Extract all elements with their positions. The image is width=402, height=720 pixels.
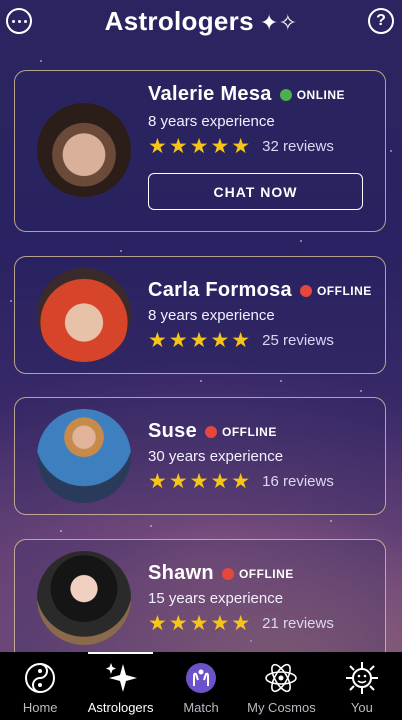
experience-text: 15 years experience [148,590,284,607]
sparkles-icon [103,660,139,696]
astrologer-name: Carla Formosa [148,279,292,301]
top-bar: Astrologers ✦✧ ? [0,0,402,46]
review-count: 32 reviews [262,138,334,155]
sparkles-icon: ✦✧ [259,10,298,35]
astrologer-card[interactable]: Carla Formosa OFFLINE 8 years experience… [14,256,386,374]
avatar [37,103,131,197]
status-badge: OFFLINE [222,424,277,439]
help-icon[interactable]: ? [368,8,394,34]
avatar [37,551,131,645]
star-rating-icon: ★★★★★ [148,329,253,352]
nav-tab-home[interactable]: Home [0,652,80,720]
experience-text: 8 years experience [148,113,275,130]
bottom-nav: Home Astrologers Match My Cosmos You [0,652,402,720]
nav-tab-my-cosmos[interactable]: My Cosmos [241,652,321,720]
rating: ★★★★★ 25 reviews [148,328,334,353]
page-title: Astrologers ✦✧ [0,6,402,37]
nav-label: You [350,700,373,715]
astrologer-name: Valerie Mesa [148,83,272,105]
star-rating-icon: ★★★★★ [148,470,253,493]
nav-label: Home [22,700,58,715]
rating: ★★★★★ 21 reviews [148,611,334,636]
astrologer-card[interactable]: Valerie Mesa ONLINE 8 years experience ★… [14,70,386,232]
atom-icon [263,660,299,696]
star-rating-icon: ★★★★★ [148,135,253,158]
nav-label: My Cosmos [247,700,316,715]
experience-text: 8 years experience [148,307,275,324]
review-count: 25 reviews [262,332,334,349]
status-dot [279,88,292,101]
status-badge: OFFLINE [238,566,294,581]
astrologer-name: Shawn [148,562,214,584]
rating: ★★★★★ 16 reviews [148,469,334,494]
star-rating-icon: ★★★★★ [148,612,253,635]
sun-face-icon [344,660,380,696]
nav-tab-you[interactable]: You [322,652,402,720]
review-count: 16 reviews [262,473,334,490]
status-badge: ONLINE [296,87,346,102]
nav-tab-match[interactable]: Match [161,652,241,720]
nav-label: Match [183,700,219,715]
review-count: 21 reviews [262,615,334,632]
rating: ★★★★★ 32 reviews [148,134,334,159]
astrologer-name: Suse [148,420,198,442]
avatar [37,409,131,503]
nav-tab-astrologers[interactable]: Astrologers [80,652,160,720]
hands-icon [183,660,219,696]
status-dot [299,284,312,297]
astrologer-card[interactable]: Suse OFFLINE 30 years experience ★★★★★ 1… [14,397,386,515]
experience-text: 30 years experience [148,448,284,465]
status-dot [221,567,234,580]
nav-label: Astrologers [87,700,154,715]
avatar [37,268,131,362]
yin-yang-icon [22,660,58,696]
chat-now-button[interactable]: CHAT NOW [148,173,363,210]
status-badge: OFFLINE [316,283,372,298]
page-title-text: Astrologers [104,6,254,36]
status-dot [205,425,218,438]
